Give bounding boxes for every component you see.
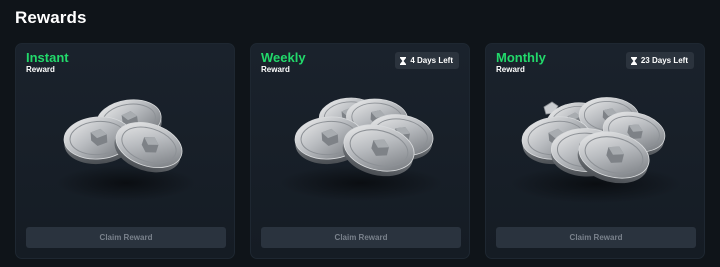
reward-card-instant: Instant Reward Claim Reward <box>15 43 235 259</box>
reward-card-monthly: Monthly Reward 23 Days Left Claim Reward <box>485 43 705 259</box>
claim-reward-button[interactable]: Claim Reward <box>26 227 226 248</box>
card-subtitle: Reward <box>261 65 290 74</box>
reward-card-weekly: Weekly Reward 4 Days Left Claim Reward <box>250 43 470 259</box>
silver-coin-pile-large-icon <box>510 95 682 203</box>
silver-coin-pile-small-icon <box>56 95 196 201</box>
claim-reward-button[interactable]: Claim Reward <box>496 227 696 248</box>
silver-coin-pile-medium-icon <box>279 94 443 201</box>
time-left-badge: 4 Days Left <box>395 52 459 69</box>
claim-reward-button[interactable]: Claim Reward <box>261 227 461 248</box>
card-title: Weekly <box>261 50 306 65</box>
time-left-label: 4 Days Left <box>410 56 453 65</box>
card-title: Instant <box>26 50 69 65</box>
card-title: Monthly <box>496 50 546 65</box>
hourglass-icon <box>400 56 407 65</box>
time-left-badge: 23 Days Left <box>625 52 694 69</box>
time-left-label: 23 Days Left <box>640 56 688 65</box>
card-subtitle: Reward <box>26 65 55 74</box>
card-subtitle: Reward <box>496 65 525 74</box>
hourglass-icon <box>630 56 637 65</box>
page-title: Rewards <box>15 8 87 27</box>
rewards-list: Instant Reward Claim Reward Weekly Rewar… <box>15 43 709 259</box>
